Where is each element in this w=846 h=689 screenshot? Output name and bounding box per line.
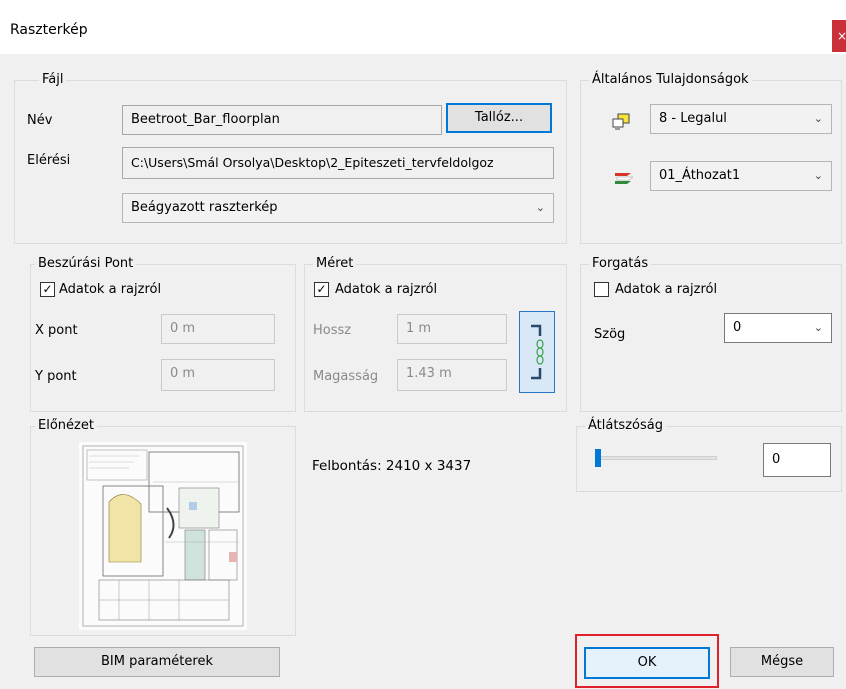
title-bar: Raszterkép × [0, 0, 846, 54]
size-from-drawing-checkbox[interactable]: ✓ [314, 282, 329, 297]
rotation-legend: Forgatás [589, 257, 652, 271]
angle-value: 0 [733, 320, 742, 335]
chain-link-icon [520, 312, 554, 392]
preview-legend: Előnézet [35, 419, 97, 433]
file-legend: Fájl [39, 73, 67, 87]
close-icon: × [837, 29, 846, 43]
embed-select[interactable]: Beágyazott raszterkép ⌄ [122, 193, 554, 223]
floorplan-preview-image [79, 442, 247, 630]
insert-point-legend: Beszúrási Pont [35, 257, 137, 271]
path-field[interactable]: C:\Users\Smál Orsolya\Desktop\2_Epitesze… [122, 147, 554, 179]
length-label: Hossz [313, 323, 352, 338]
file-group: Fájl Név Beetroot_Bar_floorplan Tallóz..… [14, 73, 567, 244]
size-legend: Méret [313, 257, 357, 271]
transparency-value-field[interactable]: 0 [763, 443, 831, 477]
rotation-from-drawing-label: Adatok a rajzról [615, 282, 718, 297]
dialog-body: Fájl Név Beetroot_Bar_floorplan Tallóz..… [0, 54, 846, 689]
transparency-slider[interactable] [595, 449, 717, 467]
insert-from-drawing-checkbox[interactable]: ✓ [40, 282, 55, 297]
path-label: Elérési [27, 153, 71, 168]
size-from-drawing-label: Adatok a rajzról [335, 282, 438, 297]
layer-order-value: 8 - Legalul [659, 111, 727, 126]
cancel-button[interactable]: Mégse [730, 647, 834, 677]
chevron-down-icon: ⌄ [813, 169, 823, 182]
slider-thumb[interactable] [595, 449, 601, 467]
size-group: Méret ✓ Adatok a rajzról Hossz 1 m Magas… [304, 257, 567, 412]
window-title: Raszterkép [10, 22, 88, 38]
slider-track [595, 456, 717, 460]
layer-value: 01_Áthozat1 [659, 168, 741, 183]
transparency-group: Átlátszóság 0 [576, 419, 842, 492]
x-point-label: X pont [35, 323, 78, 338]
layer-order-select[interactable]: 8 - Legalul ⌄ [650, 104, 832, 134]
rotation-from-drawing-checkbox[interactable] [594, 282, 609, 297]
general-properties-legend: Általános Tulajdonságok [589, 73, 752, 87]
chevron-down-icon: ⌄ [813, 112, 823, 125]
height-field[interactable]: 1.43 m [397, 359, 507, 391]
angle-label: Szög [594, 327, 626, 342]
close-button[interactable]: × [832, 20, 846, 52]
length-field[interactable]: 1 m [397, 314, 507, 344]
y-point-field[interactable]: 0 m [161, 359, 275, 391]
layer-order-icon [611, 113, 633, 131]
chevron-down-icon: ⌄ [813, 321, 823, 334]
bim-parameters-button[interactable]: BIM paraméterek [34, 647, 280, 677]
ok-button[interactable]: OK [584, 647, 710, 679]
transparency-legend: Átlátszóság [585, 419, 666, 433]
insert-point-group: Beszúrási Pont ✓ Adatok a rajzról X pont… [30, 257, 296, 412]
chevron-down-icon: ⌄ [535, 201, 545, 214]
name-label: Név [27, 113, 53, 128]
insert-from-drawing-label: Adatok a rajzról [59, 282, 162, 297]
height-label: Magasság [313, 369, 379, 384]
x-point-field[interactable]: 0 m [161, 314, 275, 344]
layer-stack-icon [613, 169, 635, 185]
resolution-text: Felbontás: 2410 x 3437 [312, 458, 472, 474]
browse-button[interactable]: Tallóz... [446, 103, 552, 133]
y-point-label: Y pont [35, 369, 77, 384]
general-properties-group: Általános Tulajdonságok 8 - Legalul ⌄ 01… [580, 73, 842, 244]
rotation-group: Forgatás Adatok a rajzról Szög 0 ⌄ [580, 257, 842, 412]
layer-select[interactable]: 01_Áthozat1 ⌄ [650, 161, 832, 191]
preview-group: Előnézet [30, 419, 296, 636]
aspect-lock-button[interactable] [519, 311, 555, 393]
name-field[interactable]: Beetroot_Bar_floorplan [122, 105, 442, 135]
angle-select[interactable]: 0 ⌄ [724, 313, 832, 343]
embed-select-value: Beágyazott raszterkép [131, 200, 278, 215]
